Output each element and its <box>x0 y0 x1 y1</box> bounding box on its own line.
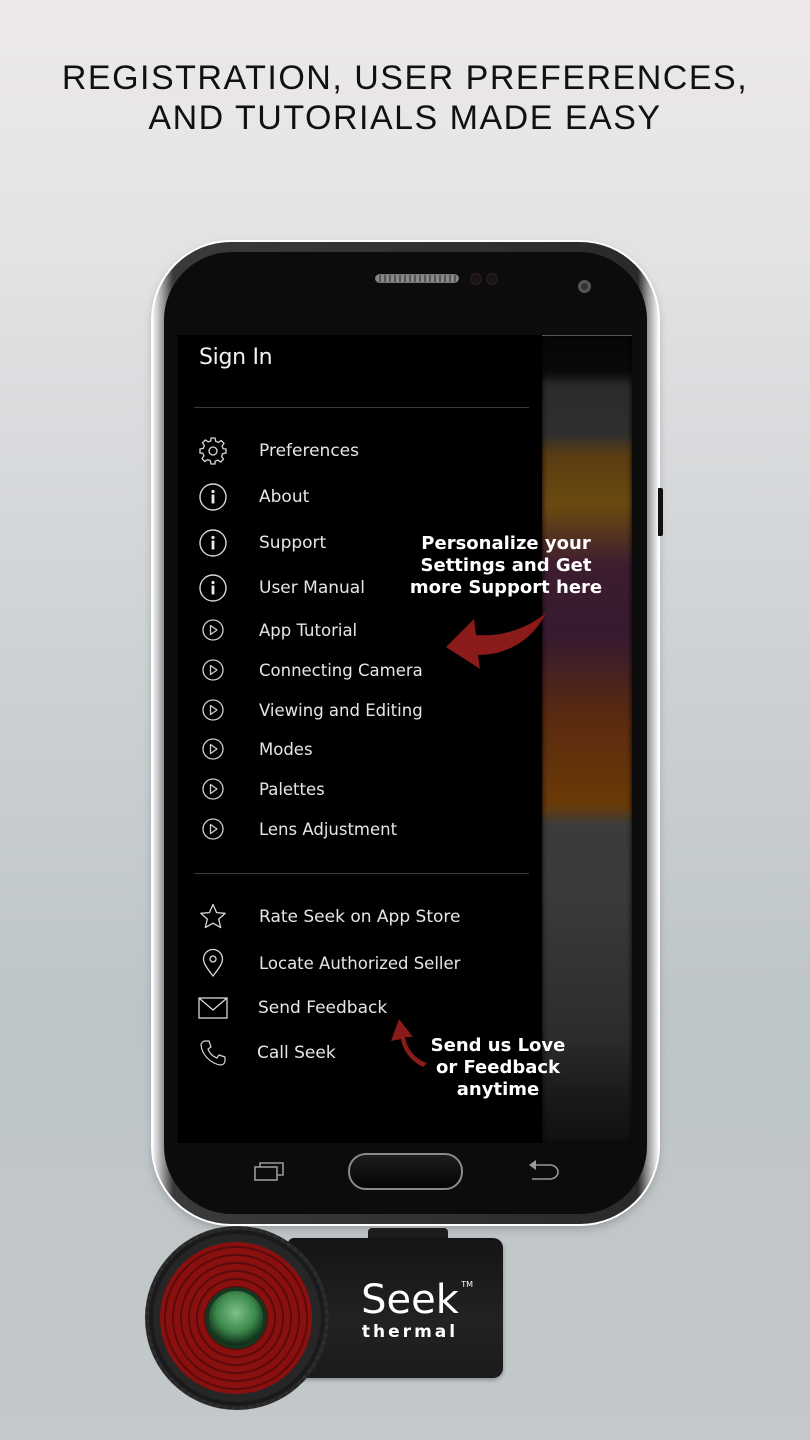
menu-item-modes[interactable]: Modes <box>178 731 542 767</box>
mail-icon <box>197 992 229 1024</box>
recent-apps-icon[interactable] <box>254 1161 284 1181</box>
callout-line: or Feedback <box>435 1057 561 1078</box>
phone-icon <box>197 1037 229 1069</box>
camera-lens <box>205 1287 267 1349</box>
blurred-app-content <box>542 335 632 1143</box>
headline-line-1: REGISTRATION, USER PREFERENCES, <box>61 59 749 97</box>
proximity-sensor <box>470 273 482 285</box>
front-camera <box>578 280 591 293</box>
back-icon[interactable] <box>526 1159 560 1183</box>
play-circle-icon <box>197 614 229 646</box>
light-sensor <box>486 273 498 285</box>
menu-item-label: About <box>259 487 310 507</box>
phone-side-button <box>658 488 663 536</box>
play-circle-icon <box>197 694 229 726</box>
menu-item-label: Send Feedback <box>258 998 388 1018</box>
gear-icon <box>197 435 229 467</box>
callout-feedback: Send us Love or Feedback anytime <box>408 1035 588 1101</box>
navigation-drawer: Sign In Preferences About Support User M… <box>178 335 542 1143</box>
android-navbar <box>178 1143 632 1203</box>
play-circle-icon <box>197 773 229 805</box>
menu-item-label: Locate Authorized Seller <box>259 953 461 973</box>
menu-item-label: Viewing and Editing <box>259 700 423 720</box>
menu-item-label: Call Seek <box>257 1043 336 1063</box>
menu-item-label: User Manual <box>259 578 365 598</box>
home-button[interactable] <box>348 1153 463 1190</box>
menu-item-locate-seller[interactable]: Locate Authorized Seller <box>178 945 542 981</box>
menu-item-label: Palettes <box>259 779 325 799</box>
info-icon <box>197 572 229 604</box>
callout-line: anytime <box>456 1079 540 1100</box>
trademark: TM <box>461 1280 473 1289</box>
play-circle-icon <box>197 813 229 845</box>
menu-item-label: Connecting Camera <box>259 660 423 680</box>
info-icon <box>197 527 229 559</box>
menu-item-about[interactable]: About <box>178 479 542 515</box>
play-circle-icon <box>197 654 229 686</box>
brand-name: Seek <box>361 1277 459 1323</box>
callout-line: more Support here <box>409 577 603 598</box>
sign-in-link[interactable]: Sign In <box>199 345 273 370</box>
star-icon <box>197 901 229 933</box>
divider <box>194 873 529 874</box>
divider <box>194 407 529 408</box>
callout-line: Send us Love <box>430 1035 566 1056</box>
menu-item-rate-app[interactable]: Rate Seek on App Store <box>178 899 542 935</box>
location-pin-icon <box>197 947 229 979</box>
phone-screen: Sign In Preferences About Support User M… <box>178 335 632 1143</box>
menu-item-label: Lens Adjustment <box>259 819 398 839</box>
menu-item-preferences[interactable]: Preferences <box>178 433 542 469</box>
menu-item-send-feedback[interactable]: Send Feedback <box>178 990 542 1026</box>
menu-item-label: Rate Seek on App Store <box>259 907 461 927</box>
headline: REGISTRATION, USER PREFERENCES, AND TUTO… <box>0 58 810 138</box>
menu-item-label: Modes <box>259 739 313 759</box>
brand-subname: thermal <box>361 1322 459 1342</box>
menu-item-lens-adjustment[interactable]: Lens Adjustment <box>178 811 542 847</box>
callout-line: Personalize your <box>421 533 591 554</box>
callout-settings: Personalize your Settings and Get more S… <box>398 533 614 599</box>
callout-line: Settings and Get <box>420 555 592 576</box>
play-circle-icon <box>197 733 229 765</box>
menu-item-label: App Tutorial <box>259 620 358 640</box>
menu-item-label: Support <box>259 533 327 553</box>
callout-arrow-settings <box>446 613 546 669</box>
menu-item-label: Preferences <box>259 441 359 461</box>
info-icon <box>197 481 229 513</box>
headline-line-2: AND TUTORIALS MADE EASY <box>148 99 662 137</box>
earpiece-speaker <box>375 274 459 283</box>
menu-item-viewing-and-editing[interactable]: Viewing and Editing <box>178 692 542 728</box>
menu-item-palettes[interactable]: Palettes <box>178 771 542 807</box>
camera-brand-logo: Seek thermal TM <box>345 1278 475 1342</box>
